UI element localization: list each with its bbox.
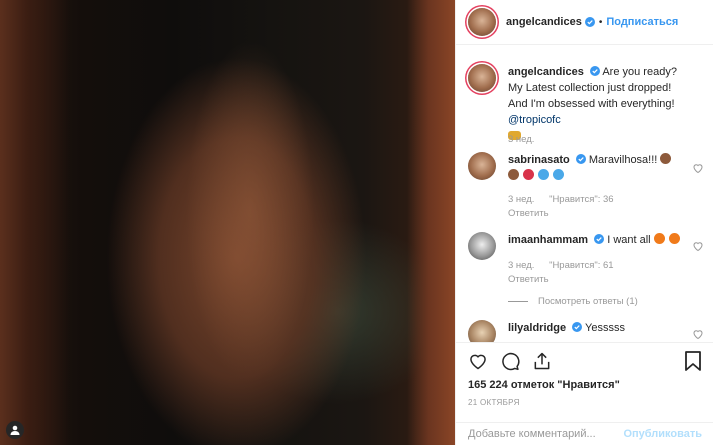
caption-body: angelcandices Are you ready? My Latest c… (508, 64, 688, 144)
verified-badge-icon (572, 322, 583, 332)
photo-curtain-right (407, 0, 455, 445)
comment-meta: 3 нед. "Нравится": 61 (508, 260, 626, 271)
like-comment-heart-icon[interactable] (692, 240, 704, 252)
like-comment-heart-icon[interactable] (692, 162, 704, 174)
fire-emoji-icon (653, 233, 665, 244)
comment-item: lilyaldridge Yesssss (468, 320, 706, 342)
comment-item: sabrinasato Maravilhosa!!! 3 нед. "Нрави… (468, 152, 706, 222)
comment-body: lilyaldridge Yesssss (508, 320, 688, 336)
user-tag-icon[interactable] (6, 421, 24, 439)
comment-username[interactable]: sabrinasato (508, 154, 570, 166)
comment-icon[interactable] (500, 351, 520, 371)
comment-time[interactable]: 3 нед. (508, 134, 534, 145)
comment-likes[interactable]: "Нравится": 36 (549, 194, 614, 205)
comment-text: Maravilhosa!!! (588, 154, 658, 166)
commenter-avatar[interactable] (468, 152, 496, 180)
comment-username[interactable]: angelcandices (508, 66, 584, 78)
comment-composer: Опубликовать (456, 422, 713, 445)
comment-text: I want all (607, 234, 651, 246)
author-username[interactable]: angelcandices (506, 16, 582, 28)
comments-list[interactable]: angelcandices Are you ready? My Latest c… (456, 46, 713, 342)
author-avatar[interactable] (468, 8, 496, 36)
comment-meta: 3 нед. "Нравится": 36 (508, 194, 626, 205)
author-avatar[interactable] (468, 64, 496, 92)
blue-heart-icon (538, 169, 550, 180)
reply-button[interactable]: Ответить (508, 208, 549, 219)
comment-text: Yesssss (585, 322, 625, 334)
publish-button[interactable]: Опубликовать (623, 428, 702, 440)
photo-curtain-left (0, 0, 70, 445)
bookmark-icon[interactable] (684, 351, 702, 371)
post-date[interactable]: 21 ОКТЯБРЯ (468, 398, 520, 407)
clap-emoji-icon (508, 169, 519, 180)
comment-body: sabrinasato Maravilhosa!!! (508, 152, 688, 184)
follow-button[interactable]: Подписаться (606, 16, 678, 28)
verified-badge-icon (575, 154, 586, 164)
verified-badge-icon (589, 66, 600, 76)
caption-meta: 3 нед. (508, 134, 546, 145)
clap-emoji-icon (660, 153, 672, 164)
verified-badge-icon (584, 17, 595, 27)
share-icon[interactable] (532, 351, 552, 371)
blue-heart-icon (553, 169, 565, 180)
post-sidebar: angelcandices • Подписаться angelcandice… (455, 0, 713, 445)
rose-emoji-icon (523, 169, 535, 180)
post-photo[interactable] (0, 0, 455, 445)
commenter-avatar[interactable] (468, 320, 496, 342)
comment-username[interactable]: lilyaldridge (508, 322, 566, 334)
comment-item: imaanhammam I want all 3 нед. "Нравится"… (468, 232, 706, 294)
comment-likes[interactable]: "Нравится": 61 (549, 260, 614, 271)
commenter-avatar[interactable] (468, 232, 496, 260)
view-replies-label: Посмотреть ответы (1) (538, 296, 638, 307)
post-actions: 165 224 отметок "Нравится" 21 ОКТЯБРЯ (456, 342, 713, 414)
comment-time[interactable]: 3 нед. (508, 260, 534, 271)
comment-input[interactable] (468, 428, 618, 440)
like-comment-heart-icon[interactable] (692, 328, 704, 340)
comment-username[interactable]: imaanhammam (508, 234, 588, 246)
caption-comment: angelcandices Are you ready? My Latest c… (468, 64, 706, 145)
heart-icon[interactable] (468, 351, 488, 371)
view-replies-button[interactable]: Посмотреть ответы (1) (508, 296, 638, 307)
comment-body: imaanhammam I want all (508, 232, 688, 248)
post-header: angelcandices • Подписаться (456, 0, 713, 45)
likes-count[interactable]: 165 224 отметок "Нравится" (468, 379, 620, 391)
comment-time[interactable]: 3 нед. (508, 194, 534, 205)
fire-emoji-icon (668, 233, 680, 244)
verified-badge-icon (594, 234, 605, 244)
replies-divider (508, 301, 528, 302)
reply-button[interactable]: Ответить (508, 274, 549, 285)
mention-link[interactable]: @tropicofc (508, 114, 561, 126)
photo-subject (150, 20, 350, 445)
separator-dot: • (598, 16, 603, 28)
action-icons (468, 351, 552, 371)
